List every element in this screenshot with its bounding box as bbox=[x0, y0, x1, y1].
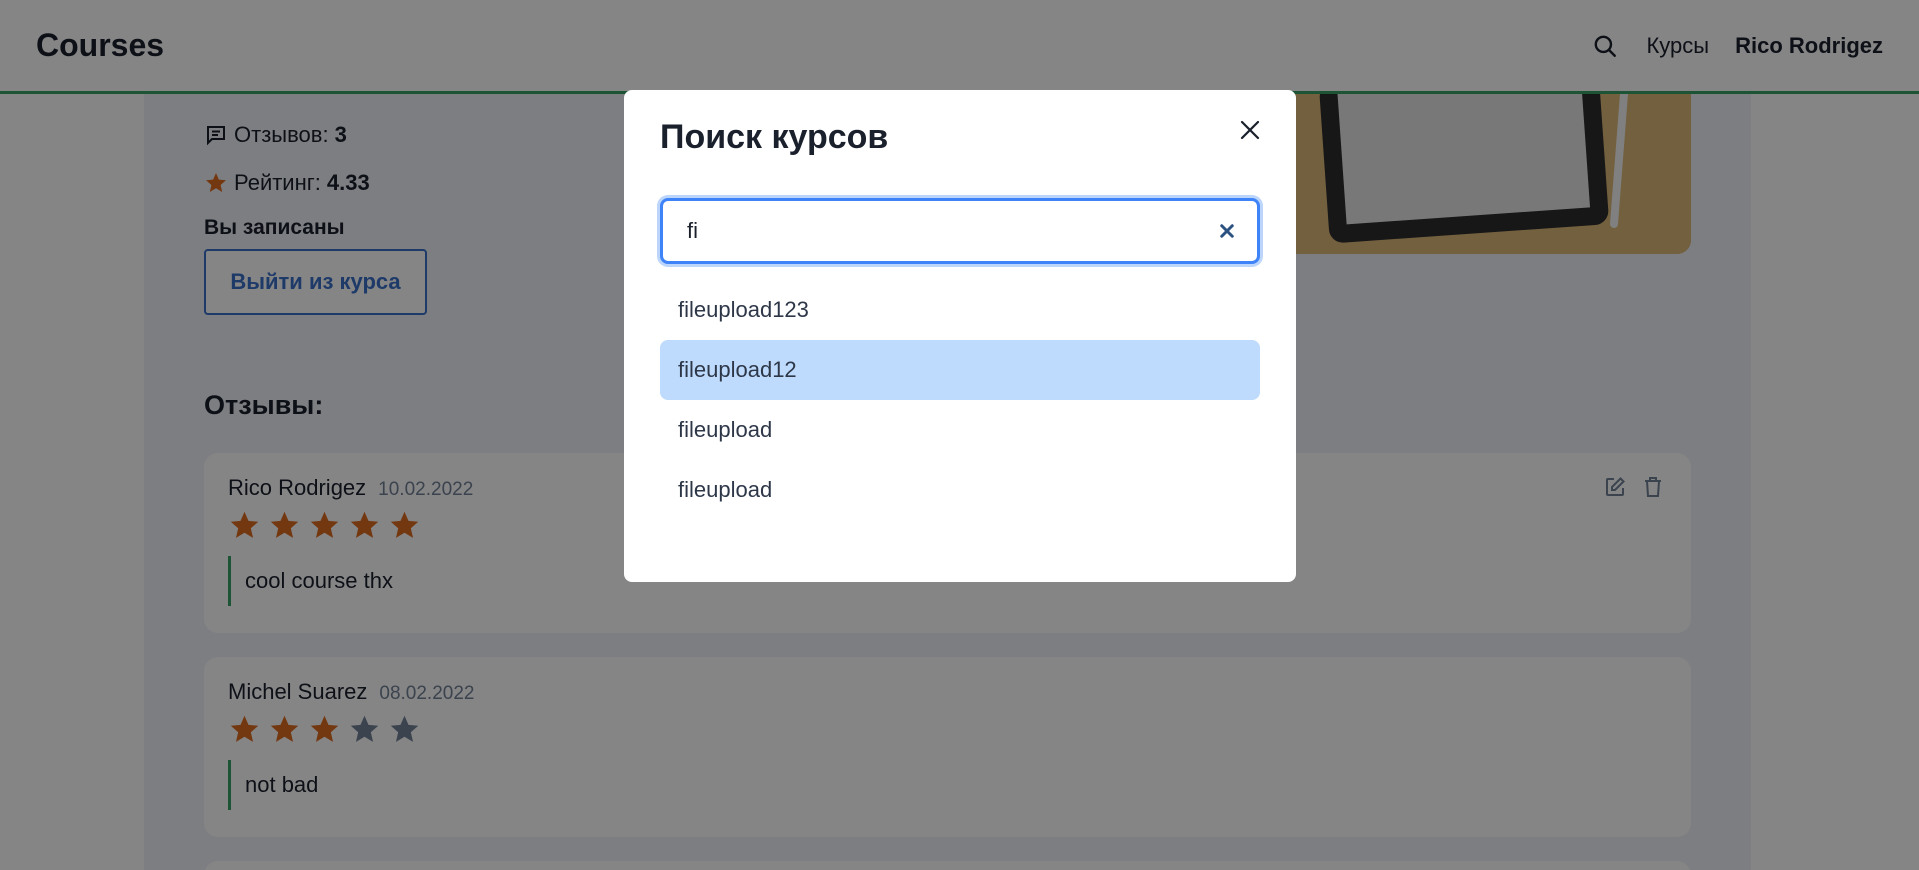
search-result-item[interactable]: fileupload123 bbox=[660, 280, 1260, 340]
clear-icon[interactable] bbox=[1215, 219, 1239, 243]
search-result-item[interactable]: fileupload12 bbox=[660, 340, 1260, 400]
search-result-item[interactable]: fileupload bbox=[660, 460, 1260, 520]
modal-title: Поиск курсов bbox=[660, 118, 889, 156]
close-icon[interactable] bbox=[1232, 112, 1268, 148]
search-field bbox=[660, 198, 1260, 264]
search-input[interactable] bbox=[687, 218, 1215, 244]
search-results: fileupload123 fileupload12 fileupload fi… bbox=[660, 280, 1260, 520]
search-result-item[interactable]: fileupload bbox=[660, 400, 1260, 460]
search-modal: Поиск курсов fileupload123 fileupload12 … bbox=[624, 90, 1296, 582]
